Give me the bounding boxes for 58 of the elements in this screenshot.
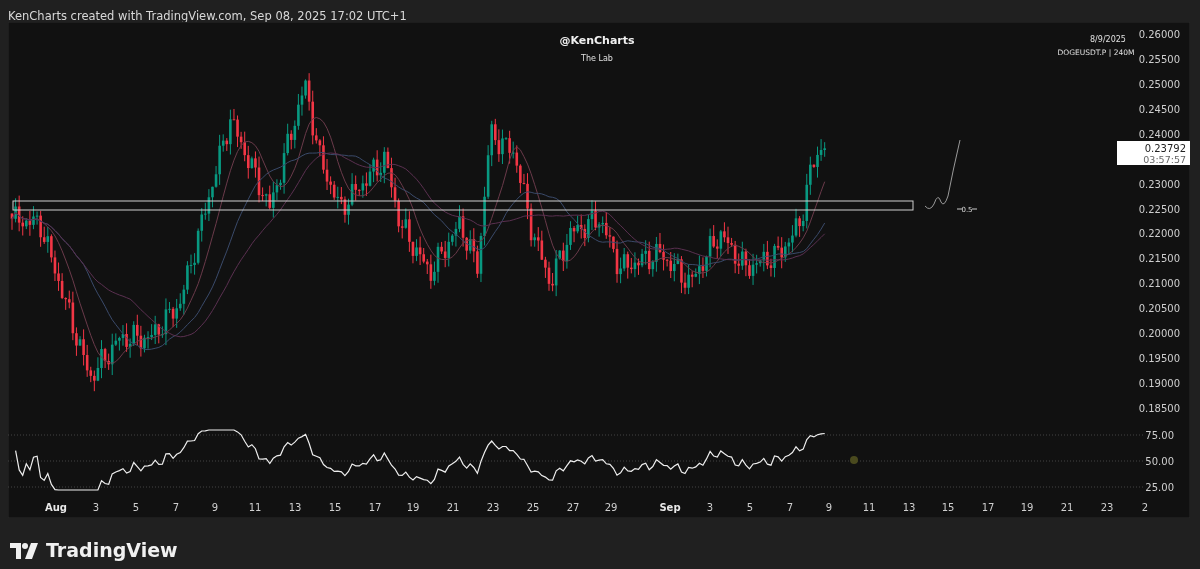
date-axis-label: 2 [1141, 502, 1149, 513]
last-price-label: 0.23792 [1144, 143, 1186, 154]
date-axis-label: 19 [406, 502, 420, 513]
date-axis-label: 29 [604, 502, 618, 513]
date-axis-label: 23 [486, 502, 500, 513]
price-axis-label: 0.25500 [1138, 53, 1180, 65]
date-axis-label: 15 [941, 502, 955, 513]
tradingview-brand-text: TradingView [46, 538, 178, 564]
countdown-label: 03:57:57 [1143, 153, 1186, 165]
price-axis-label: 0.22000 [1138, 228, 1180, 240]
price-axis-label: 0.24000 [1138, 128, 1180, 140]
rsi-axis-label: 50.00 [1145, 456, 1174, 467]
date-axis-label: 3 [92, 502, 100, 513]
date-axis-label: 7 [172, 502, 180, 513]
chart-date: 8/9/2025 [1090, 35, 1126, 44]
chart-subtitle: The Lab [581, 54, 613, 63]
date-axis-label: 11 [862, 502, 876, 513]
date-axis-label: 17 [368, 502, 382, 513]
date-axis-label: 21 [446, 502, 460, 513]
price-axis-label: 0.21500 [1138, 253, 1180, 265]
rsi-axis-label: 75.00 [1145, 430, 1174, 441]
date-axis-label: 13 [902, 502, 916, 513]
date-axis-label: 9 [825, 502, 833, 513]
price-axis-label: 0.21000 [1138, 278, 1180, 290]
date-axis-label: 11 [248, 502, 262, 513]
price-axis-label: 0.19000 [1138, 378, 1180, 389]
date-axis-label: 25 [526, 502, 540, 513]
date-axis-label: 21 [1060, 502, 1074, 513]
rsi-axis-label: 25.00 [1145, 482, 1174, 493]
date-axis-label: 5 [132, 502, 140, 513]
date-axis-label: 3 [706, 502, 714, 513]
price-axis-label: 0.26000 [1138, 29, 1180, 40]
marker-dot [850, 456, 858, 464]
chart-title: @KenCharts [559, 34, 635, 47]
date-axis-label: 9 [211, 502, 219, 513]
price-axis-label: 0.18500 [1138, 402, 1180, 414]
date-axis-label: 13 [288, 502, 302, 513]
tradingview-logo-icon [10, 542, 38, 559]
price-axis-label: 0.24500 [1138, 103, 1180, 115]
chart-caption: KenCharts created with TradingView.com, Sep 08, 2025 17:02 UTC+1 [8, 9, 407, 23]
dash-mark [956, 208, 963, 210]
price-axis-label: 0.20500 [1138, 303, 1180, 315]
date-axis-label: 17 [981, 502, 995, 513]
projection-sketch-line [924, 139, 961, 210]
month-axis-label: Sep [659, 502, 681, 513]
date-axis-label: 15 [328, 502, 342, 513]
price-axis-label: 0.19500 [1138, 353, 1180, 365]
date-axis-label: 23 [1100, 502, 1114, 513]
date-axis-label: 27 [566, 502, 580, 513]
price-axis-label: 0.22500 [1138, 203, 1180, 215]
price-axis-label: 0.23000 [1138, 178, 1180, 190]
month-axis-label: Aug [45, 502, 67, 513]
price-axis-label: 0.25000 [1138, 78, 1180, 90]
date-axis-label: 7 [786, 502, 794, 513]
date-axis-label: 19 [1020, 502, 1034, 513]
dash-mark [971, 208, 978, 210]
date-axis-label: 5 [746, 502, 754, 513]
price-axis-label: 0.20000 [1138, 328, 1180, 340]
